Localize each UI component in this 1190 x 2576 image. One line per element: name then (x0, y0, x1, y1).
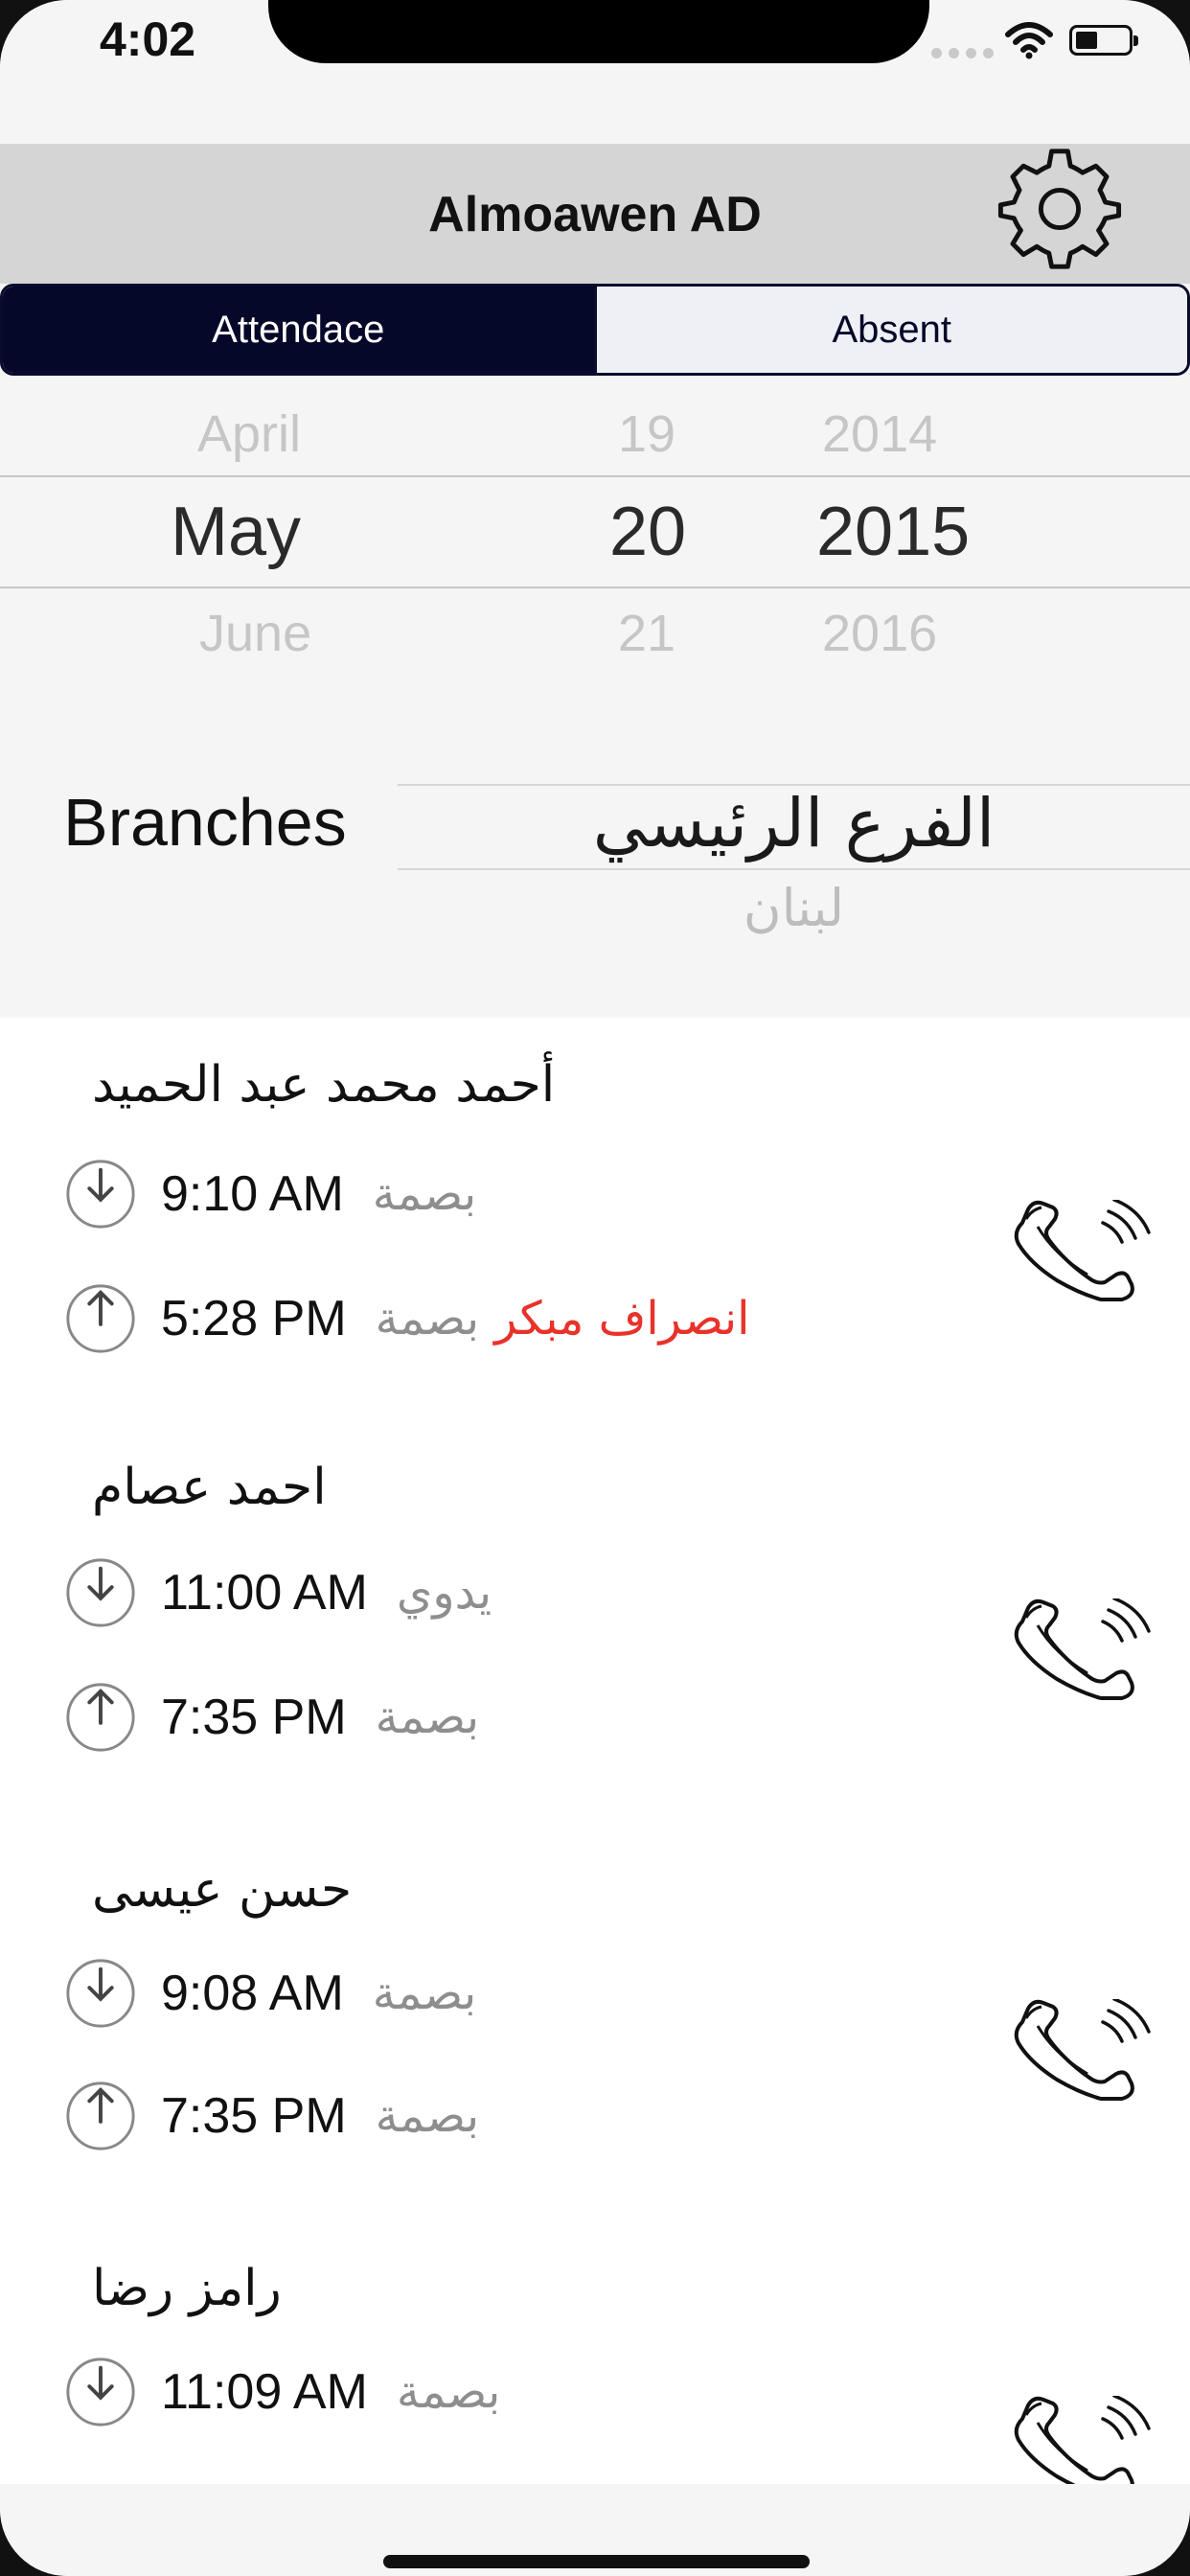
check-out-time: 7:35 PM (161, 2088, 347, 2144)
month-selected[interactable]: May (171, 493, 301, 571)
arrow-up-circle-icon (66, 2082, 135, 2150)
list-item[interactable]: أحمد محمد عبد الحميد 9:10 AM بصمة 5:28 P… (0, 1018, 1190, 1420)
branch-divider (398, 868, 1190, 870)
year-selected[interactable]: 2015 (816, 493, 970, 571)
arrow-down-circle-icon (66, 1959, 135, 2028)
check-in-method: بصمة (372, 1966, 477, 2020)
phone-icon[interactable] (1006, 1200, 1156, 1305)
year-prev[interactable]: 2014 (822, 404, 937, 464)
arrow-up-circle-icon (66, 1683, 135, 1752)
check-in-row: 11:09 AM بصمة (63, 2356, 500, 2428)
check-in-method: بصمة (396, 2365, 501, 2419)
branches-label: Branches (63, 785, 347, 860)
check-in-row: 9:08 AM بصمة (63, 1957, 476, 2030)
check-in-time: 9:10 AM (161, 1166, 344, 1222)
branch-picker[interactable]: الفرع الرئيسي لبنان (398, 784, 1190, 956)
check-in-row: 11:00 AM يدوي (63, 1556, 492, 1629)
year-next[interactable]: 2016 (822, 604, 937, 663)
branch-selected[interactable]: الفرع الرئيسي (398, 784, 1190, 862)
picker-divider (0, 475, 1190, 477)
tab-absent[interactable]: Absent (593, 287, 1187, 373)
check-out-method: بصمة (375, 2089, 480, 2143)
day-next[interactable]: 21 (618, 604, 675, 663)
check-out-method: بصمة (375, 1292, 480, 1346)
day-selected[interactable]: 20 (609, 493, 686, 571)
arrow-down-circle-icon (66, 1160, 135, 1229)
arrow-down-circle-icon (66, 2358, 135, 2426)
employee-name: احمد عصام (92, 1459, 327, 1516)
month-next[interactable]: June (199, 604, 311, 663)
check-out-time: 7:35 PM (161, 1690, 347, 1745)
gear-icon[interactable] (993, 142, 1127, 276)
notch (268, 0, 929, 63)
employee-name: أحمد محمد عبد الحميد (92, 1056, 556, 1114)
check-in-time: 11:09 AM (161, 2364, 368, 2420)
arrow-up-circle-icon (66, 1284, 135, 1353)
date-picker[interactable]: April May June 19 20 21 2014 2015 2016 (0, 395, 1190, 673)
status-bar: 4:02 (0, 0, 1190, 105)
check-in-time: 9:08 AM (161, 1966, 344, 2021)
employee-name: رامز رضا (92, 2260, 282, 2317)
attendance-segmented-control: Attendace Absent (0, 284, 1190, 376)
list-item[interactable]: رامز رضا 11:09 AM بصمة (0, 2225, 1190, 2484)
check-in-method: يدوي (396, 1566, 492, 1620)
employee-name: حسن عيسى (92, 1861, 353, 1919)
phone-icon[interactable] (1006, 2396, 1156, 2484)
phone-icon[interactable] (1006, 1999, 1156, 2104)
home-indicator[interactable] (383, 2555, 810, 2568)
check-in-time: 11:00 AM (161, 1565, 368, 1621)
check-in-method: بصمة (372, 1167, 477, 1221)
arrow-down-circle-icon (66, 1558, 135, 1627)
wifi-icon (1005, 22, 1053, 59)
picker-divider (0, 586, 1190, 588)
cellular-signal-icon (931, 46, 1000, 63)
list-item[interactable]: احمد عصام 11:00 AM يدوي 7:35 PM بصمة (0, 1420, 1190, 1823)
check-out-method: بصمة (375, 1690, 480, 1744)
check-out-time: 5:28 PM (161, 1291, 347, 1346)
tab-attendance[interactable]: Attendace (3, 287, 594, 373)
month-prev[interactable]: April (197, 404, 301, 464)
day-prev[interactable]: 19 (618, 404, 675, 464)
check-out-row: 5:28 PM بصمة انصراف مبكر (63, 1282, 749, 1355)
attendance-list[interactable]: أحمد محمد عبد الحميد 9:10 AM بصمة 5:28 P… (0, 1018, 1190, 2484)
battery-icon (1069, 25, 1138, 56)
list-item[interactable]: حسن عيسى 9:08 AM بصمة 7:35 PM بصمة (0, 1823, 1190, 2225)
home-indicator-area (0, 2484, 1190, 2576)
check-out-row: 7:35 PM بصمة (63, 1681, 479, 1754)
check-in-row: 9:10 AM بصمة (63, 1158, 476, 1230)
phone-screen: 4:02 Almoawen AD Attendace Absent April … (0, 0, 1190, 2576)
check-out-row: 7:35 PM بصمة (63, 2080, 479, 2152)
status-time: 4:02 (100, 12, 196, 66)
branch-next[interactable]: لبنان (398, 878, 1190, 938)
early-leave-flag: انصراف مبكر (494, 1292, 750, 1346)
phone-icon[interactable] (1006, 1598, 1156, 1704)
